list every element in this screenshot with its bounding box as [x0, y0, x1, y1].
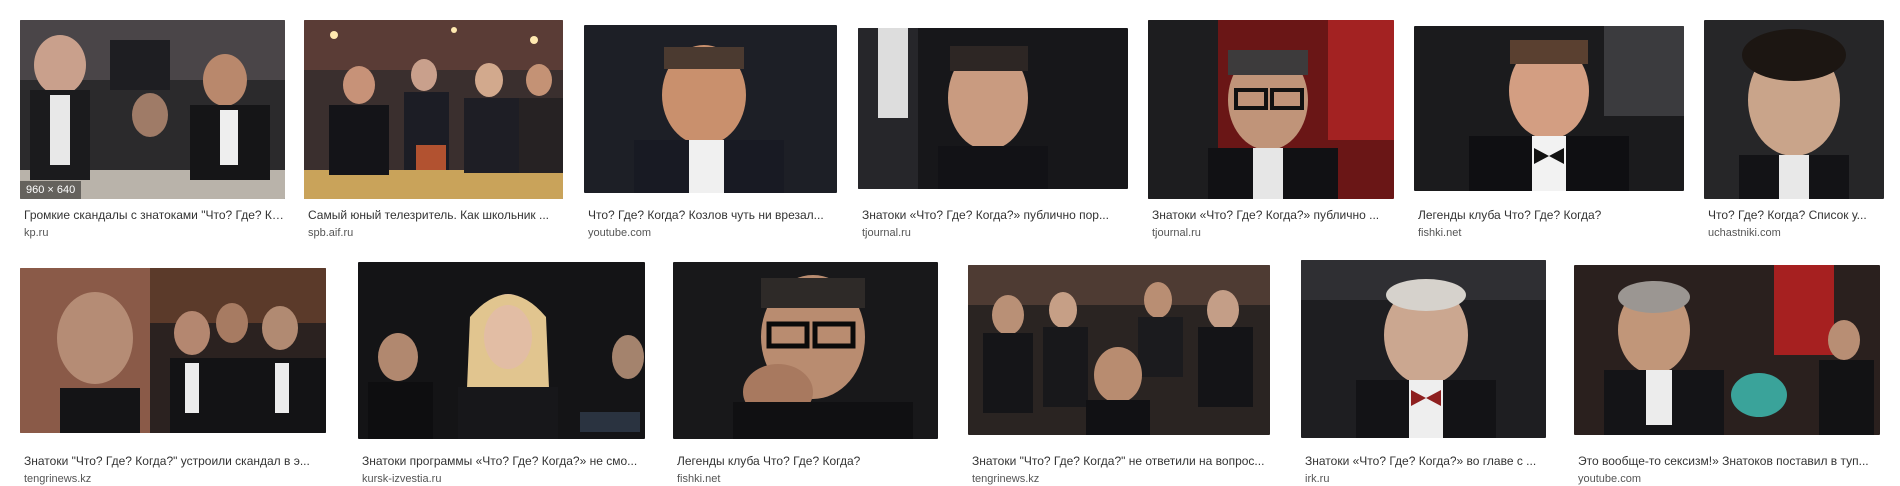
image-result[interactable]: Легенды клуба Что? Где? Когда? fishki.ne… [673, 262, 938, 485]
image-result[interactable]: Знатоки "Что? Где? Когда?" устроили скан… [20, 268, 326, 485]
results-row-1: 960 × 640 Громкие скандалы с знатоками "… [0, 0, 1900, 240]
result-title[interactable]: Что? Где? Когда? Список у... [1708, 208, 1888, 223]
result-source[interactable]: kp.ru [24, 226, 289, 240]
image-result[interactable]: Знатоки "Что? Где? Когда?" не ответили н… [968, 265, 1270, 485]
result-thumbnail[interactable] [1301, 260, 1546, 438]
result-title[interactable]: Знатоки «Что? Где? Когда?» публично ... [1152, 208, 1398, 223]
result-source[interactable]: spb.aif.ru [308, 226, 567, 240]
result-title[interactable]: Что? Где? Когда? Козлов чуть ни врезал..… [588, 208, 841, 223]
result-source[interactable]: fishki.net [677, 472, 942, 486]
result-source[interactable]: uchastniki.com [1708, 226, 1888, 240]
result-title[interactable]: Знатоки "Что? Где? Когда?" не ответили н… [972, 454, 1274, 469]
result-source[interactable]: tengrinews.kz [24, 472, 330, 486]
result-source[interactable]: fishki.net [1418, 226, 1688, 240]
image-result[interactable]: 960 × 640 Громкие скандалы с знатоками "… [20, 20, 289, 250]
result-thumbnail[interactable] [1704, 20, 1884, 199]
image-result[interactable]: Что? Где? Когда? Козлов чуть ни врезал..… [584, 25, 837, 250]
result-thumbnail[interactable] [673, 262, 938, 439]
image-result[interactable]: Это вообще-то сексизм!» Знатоков постави… [1574, 265, 1880, 485]
result-thumbnail[interactable] [858, 28, 1128, 189]
result-title[interactable]: Знатоки "Что? Где? Когда?" устроили скан… [24, 454, 330, 469]
result-title[interactable]: Легенды клуба Что? Где? Когда? [1418, 208, 1688, 223]
image-size-badge: 960 × 640 [20, 181, 82, 199]
results-row-2: Знатоки "Что? Где? Когда?" устроили скан… [0, 260, 1900, 485]
result-source[interactable]: tjournal.ru [1152, 226, 1398, 240]
result-title[interactable]: Знатоки программы «Что? Где? Когда?» не … [362, 454, 649, 469]
result-thumbnail[interactable] [304, 20, 563, 199]
result-thumbnail[interactable] [1574, 265, 1880, 435]
result-source[interactable]: tengrinews.kz [972, 472, 1274, 486]
result-title[interactable]: Это вообще-то сексизм!» Знатоков постави… [1578, 454, 1884, 469]
result-thumbnail[interactable]: 960 × 640 [20, 20, 285, 199]
image-result[interactable]: Знатоки программы «Что? Где? Когда?» не … [358, 262, 645, 485]
result-thumbnail[interactable] [20, 268, 326, 433]
result-title[interactable]: Легенды клуба Что? Где? Когда? [677, 454, 942, 469]
result-source[interactable]: youtube.com [588, 226, 841, 240]
result-source[interactable]: irk.ru [1305, 472, 1550, 486]
result-thumbnail[interactable] [584, 25, 837, 193]
result-thumbnail[interactable] [358, 262, 645, 439]
result-source[interactable]: kursk-izvestia.ru [362, 472, 649, 486]
result-title[interactable]: Громкие скандалы с знатоками "Что? Где? … [24, 208, 289, 223]
result-title[interactable]: Знатоки «Что? Где? Когда?» публично пор.… [862, 208, 1132, 223]
image-result[interactable]: Что? Где? Когда? Список у... uchastniki.… [1704, 20, 1884, 250]
result-source[interactable]: tjournal.ru [862, 226, 1132, 240]
result-source[interactable]: youtube.com [1578, 472, 1884, 486]
result-title[interactable]: Самый юный телезритель. Как школьник ... [308, 208, 567, 223]
image-result[interactable]: Знатоки «Что? Где? Когда?» публично ... … [1148, 20, 1394, 250]
image-result[interactable]: Знатоки «Что? Где? Когда?» публично пор.… [858, 28, 1128, 250]
result-thumbnail[interactable] [1148, 20, 1394, 199]
result-thumbnail[interactable] [1414, 26, 1684, 191]
image-result[interactable]: Самый юный телезритель. Как школьник ...… [304, 20, 563, 250]
image-result[interactable]: Знатоки «Что? Где? Когда?» во главе с ..… [1301, 260, 1546, 485]
image-result[interactable]: Легенды клуба Что? Где? Когда? fishki.ne… [1414, 26, 1684, 250]
result-thumbnail[interactable] [968, 265, 1270, 435]
result-title[interactable]: Знатоки «Что? Где? Когда?» во главе с ..… [1305, 454, 1550, 469]
